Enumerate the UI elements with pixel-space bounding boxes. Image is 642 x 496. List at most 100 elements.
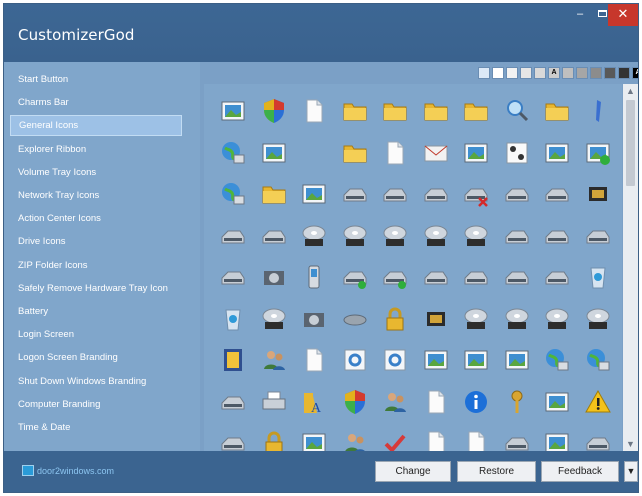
minimize-button[interactable]: –	[569, 4, 591, 26]
sidebar-item[interactable]: Drive Icons	[10, 231, 182, 252]
gear-icon[interactable]	[340, 345, 370, 375]
drive-icon[interactable]	[583, 221, 613, 251]
disk-icon[interactable]	[461, 262, 491, 292]
mail-icon[interactable]	[421, 138, 451, 168]
network-user-icon[interactable]	[542, 345, 572, 375]
disk-icon[interactable]	[583, 428, 613, 451]
camera-icon[interactable]	[259, 262, 289, 292]
sidebar-item[interactable]: Computer Branding	[10, 394, 182, 415]
dvd-ram-icon[interactable]	[380, 221, 410, 251]
window-icon[interactable]	[542, 428, 572, 451]
folder-icon[interactable]	[380, 96, 410, 126]
cd-icon[interactable]	[461, 304, 491, 334]
blank-icon[interactable]	[299, 138, 329, 168]
folder-search-icon[interactable]	[340, 138, 370, 168]
folder-icon[interactable]	[421, 96, 451, 126]
pipe-icon[interactable]	[340, 304, 370, 334]
picture-icon[interactable]	[502, 345, 532, 375]
memory-card-icon[interactable]	[421, 304, 451, 334]
control-panel-icon[interactable]	[299, 179, 329, 209]
disk-icon[interactable]	[502, 428, 532, 451]
sidebar-item[interactable]: Start Button	[10, 69, 182, 90]
sidebar-item[interactable]: ZIP Folder Icons	[10, 255, 182, 276]
film-icon[interactable]	[542, 138, 572, 168]
background-swatch[interactable]	[520, 67, 532, 79]
chip-icon[interactable]	[583, 179, 613, 209]
background-swatch[interactable]	[478, 67, 490, 79]
dvd-rom-icon[interactable]	[421, 221, 451, 251]
key-icon[interactable]	[502, 387, 532, 417]
site-logo[interactable]: door2windows.com	[22, 465, 114, 476]
document-icon[interactable]	[421, 428, 451, 451]
disk-icon[interactable]	[542, 179, 572, 209]
clock-icon[interactable]	[259, 428, 289, 451]
folder-icon[interactable]	[461, 96, 491, 126]
background-swatch[interactable]: A	[632, 67, 638, 79]
sidebar-item[interactable]: Safely Remove Hardware Tray Icon	[10, 278, 182, 299]
font-icon[interactable]: A	[299, 387, 329, 417]
sidebar-item[interactable]: Action Center Icons	[10, 208, 182, 229]
folder-icon[interactable]	[340, 96, 370, 126]
screen-icon[interactable]	[218, 96, 248, 126]
search-icon[interactable]	[502, 96, 532, 126]
sidebar-item[interactable]: Charms Bar	[10, 92, 182, 113]
disk-icon[interactable]	[502, 179, 532, 209]
drive-icon[interactable]	[502, 221, 532, 251]
background-swatch[interactable]	[562, 67, 574, 79]
background-swatch[interactable]	[506, 67, 518, 79]
drive-icon[interactable]	[218, 221, 248, 251]
picture-icon[interactable]	[421, 345, 451, 375]
pen-icon[interactable]	[583, 96, 613, 126]
disk-icon[interactable]	[502, 262, 532, 292]
dvd-icon[interactable]	[259, 304, 289, 334]
drive-dvd-icon[interactable]	[299, 221, 329, 251]
globe-icon[interactable]	[218, 179, 248, 209]
disk-icon[interactable]	[542, 262, 572, 292]
scroll-thumb[interactable]	[626, 100, 635, 186]
sidebar-item[interactable]: Network Tray Icons	[10, 185, 182, 206]
sidebar-item[interactable]: Logon Screen Branding	[10, 347, 182, 368]
vertical-scrollbar[interactable]: ▲ ▼	[623, 84, 638, 451]
scroll-down-button[interactable]: ▼	[623, 437, 638, 451]
dvd-rw-icon[interactable]	[461, 221, 491, 251]
gear-icon[interactable]	[380, 345, 410, 375]
document-icon[interactable]	[421, 387, 451, 417]
network-icon[interactable]	[218, 138, 248, 168]
cd-r-icon[interactable]	[502, 304, 532, 334]
scroll-up-button[interactable]: ▲	[623, 84, 638, 98]
close-button[interactable]: ✕	[608, 4, 638, 26]
window-icon[interactable]	[299, 428, 329, 451]
disk-check-icon[interactable]	[380, 262, 410, 292]
check-window-icon[interactable]	[583, 138, 613, 168]
background-swatch[interactable]	[492, 67, 504, 79]
drive-windows-icon[interactable]	[259, 221, 289, 251]
more-options-button[interactable]: ▼	[624, 461, 638, 482]
sidebar-item[interactable]: Explorer Ribbon	[10, 139, 182, 160]
background-swatch[interactable]	[618, 67, 630, 79]
restore-button[interactable]: Restore	[457, 461, 536, 482]
background-swatch[interactable]	[590, 67, 602, 79]
disk-icon[interactable]	[421, 179, 451, 209]
dvd-r-icon[interactable]	[340, 221, 370, 251]
disk-icon[interactable]	[380, 179, 410, 209]
sidebar-item[interactable]: Login Screen	[10, 324, 182, 345]
background-swatch[interactable]: A	[548, 67, 560, 79]
sidebar-item[interactable]: General Icons	[10, 115, 182, 137]
cd-rom-icon[interactable]	[542, 304, 572, 334]
chess-icon[interactable]	[502, 138, 532, 168]
document-icon[interactable]	[299, 96, 329, 126]
users-icon[interactable]	[380, 387, 410, 417]
picture-icon[interactable]	[542, 387, 572, 417]
background-swatch[interactable]	[576, 67, 588, 79]
recycle-bin-icon[interactable]	[583, 262, 613, 292]
disk-check-icon[interactable]	[340, 262, 370, 292]
disk-icon[interactable]	[218, 428, 248, 451]
shield-icon[interactable]	[340, 387, 370, 417]
folder-drive-icon[interactable]	[259, 179, 289, 209]
feedback-button[interactable]: Feedback	[541, 461, 619, 482]
disk-error-icon[interactable]	[461, 179, 491, 209]
search-file-icon[interactable]	[299, 345, 329, 375]
disk-icon[interactable]	[421, 262, 451, 292]
sidebar-item[interactable]: Time & Date	[10, 417, 182, 438]
change-button[interactable]: Change	[375, 461, 451, 482]
